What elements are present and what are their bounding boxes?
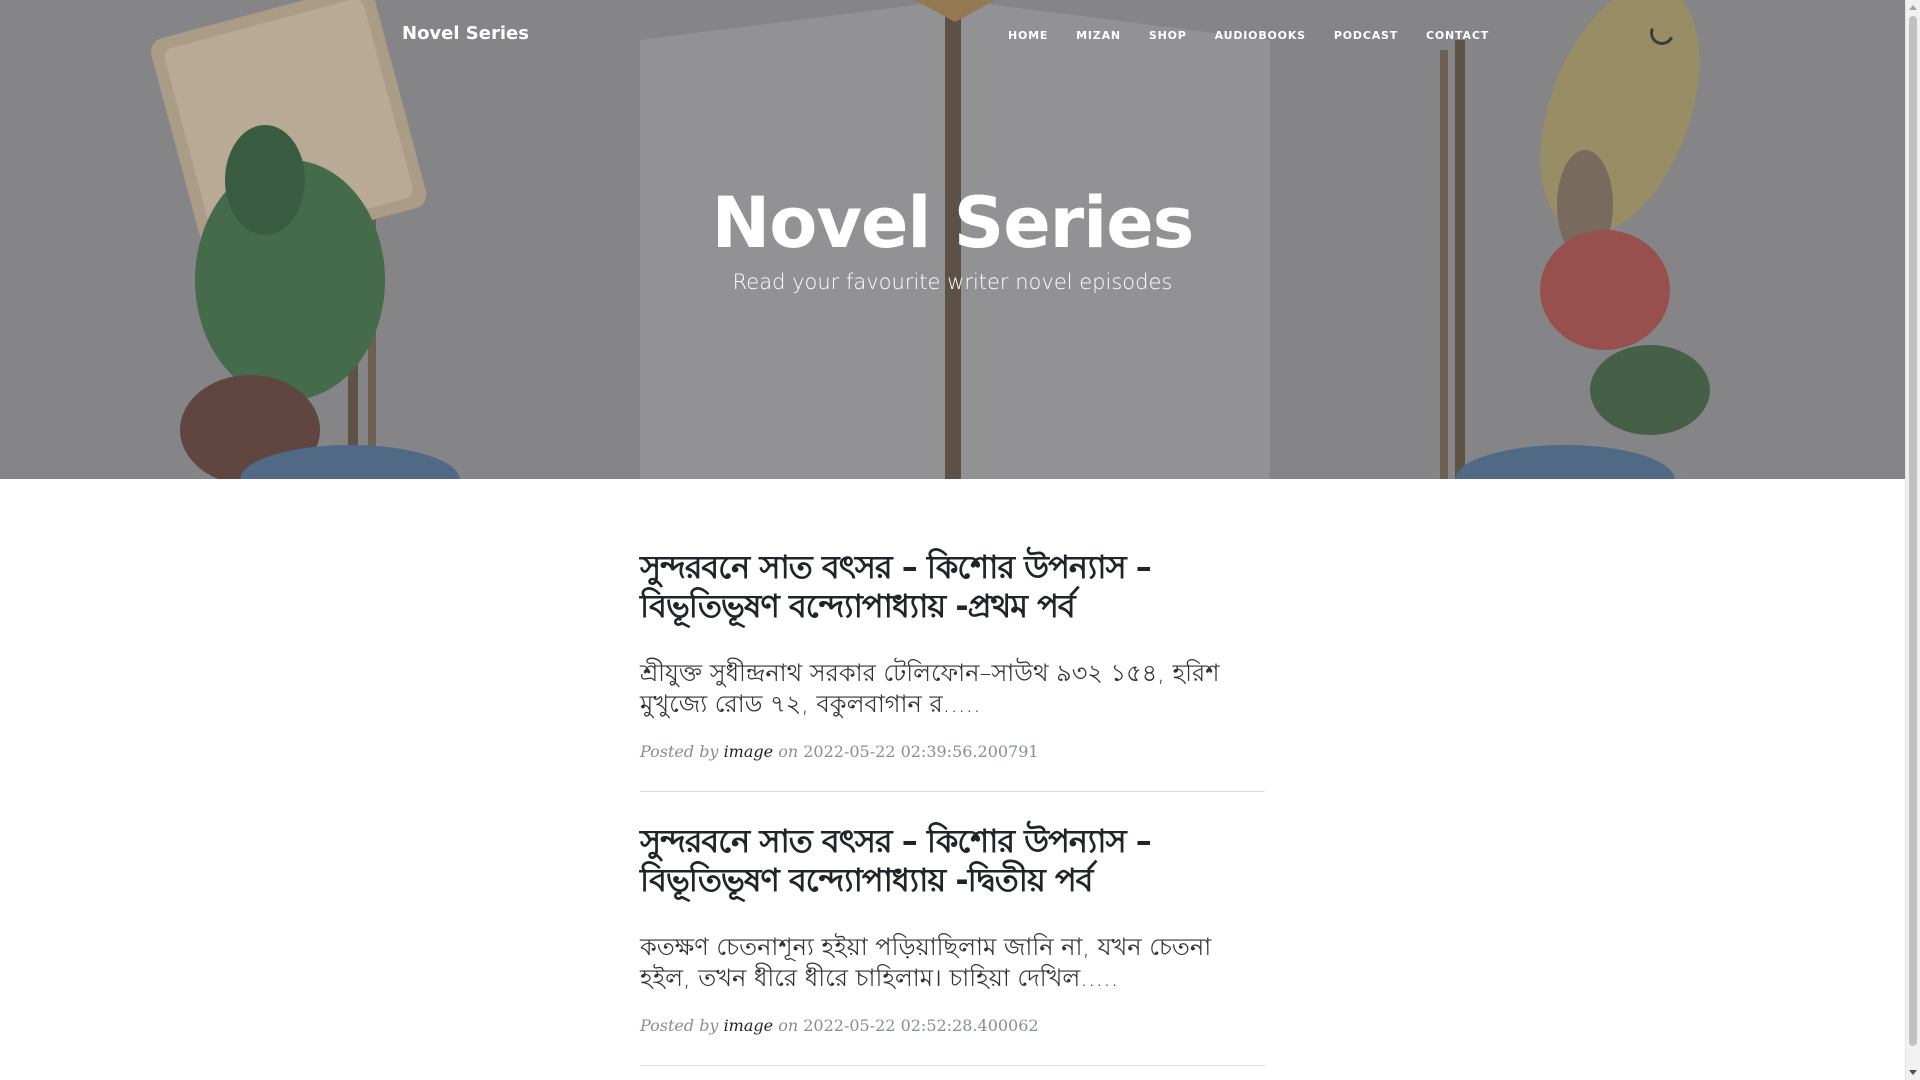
vertical-scrollbar[interactable] [1905, 0, 1920, 1080]
post-excerpt[interactable]: শ্রীযুক্ত সুধীন্দ্রনাথ সরকার টেলিফোন–সাউ… [640, 658, 1240, 720]
post-date: 2022-05-22 02:52:28.400062 [803, 1016, 1039, 1035]
brand-link[interactable]: Novel Series [402, 23, 529, 44]
post-preview: সুন্দরবনে সাত বৎসর – কিশোর উপন্যাস – বিভ… [640, 792, 1265, 1066]
post-meta: Posted by image on 2022-05-22 02:52:28.4… [640, 1016, 1265, 1035]
post-link[interactable]: সুন্দরবনে সাত বৎসর – কিশোর উপন্যাস – বিভ… [640, 822, 1265, 994]
post-author-link[interactable]: image [724, 742, 774, 761]
posted-by-label: Posted by [640, 1016, 719, 1035]
post-meta: Posted by image on 2022-05-22 02:39:56.2… [640, 742, 1265, 761]
nav-home-link[interactable]: HOME [1008, 29, 1048, 42]
post-title[interactable]: সুন্দরবনে সাত বৎসর – কিশোর উপন্যাস – বিভ… [640, 822, 1160, 900]
on-label: on [778, 742, 799, 761]
post-title[interactable]: সুন্দরবনে সাত বৎসর – কিশোর উপন্যাস – বিভ… [640, 548, 1160, 626]
post-author-link[interactable]: image [724, 1016, 774, 1035]
nav-audiobooks-link[interactable]: AUDIOBOOKS [1215, 29, 1306, 42]
scroll-up-arrow-icon[interactable] [1909, 5, 1917, 10]
post-date: 2022-05-22 02:39:56.200791 [803, 742, 1039, 761]
nav-mizan-link[interactable]: MIZAN [1076, 29, 1121, 42]
post-list: সুন্দরবনে সাত বৎসর – কিশোর উপন্যাস – বিভ… [640, 548, 1265, 1066]
nav-shop-link[interactable]: SHOP [1149, 29, 1187, 42]
nav-contact-link[interactable]: CONTACT [1426, 29, 1489, 42]
on-label: on [778, 1016, 799, 1035]
masthead: Novel Series HOME MIZAN SHOP AUDIOBOOKS … [0, 0, 1905, 479]
loading-spinner-icon [1646, 17, 1678, 49]
nav-podcast-link[interactable]: PODCAST [1334, 29, 1398, 42]
post-preview: সুন্দরবনে সাত বৎসর – কিশোর উপন্যাস – বিভ… [640, 548, 1265, 792]
posted-by-label: Posted by [640, 742, 719, 761]
navbar: Novel Series HOME MIZAN SHOP AUDIOBOOKS … [0, 0, 1905, 74]
page-title: Novel Series [711, 182, 1195, 264]
scroll-down-arrow-icon[interactable] [1909, 1070, 1917, 1075]
post-link[interactable]: সুন্দরবনে সাত বৎসর – কিশোর উপন্যাস – বিভ… [640, 548, 1265, 720]
site-heading: Novel Series Read your favourite writer … [0, 178, 1905, 294]
post-excerpt[interactable]: কতক্ষণ চেতনাশূন্য হইয়া পড়িয়াছিলাম জান… [640, 932, 1240, 994]
page-subheading: Read your favourite writer novel episode… [732, 270, 1173, 294]
scrollbar-thumb[interactable] [1909, 16, 1917, 1046]
nav-links: HOME MIZAN SHOP AUDIOBOOKS PODCAST CONTA… [1008, 29, 1489, 42]
